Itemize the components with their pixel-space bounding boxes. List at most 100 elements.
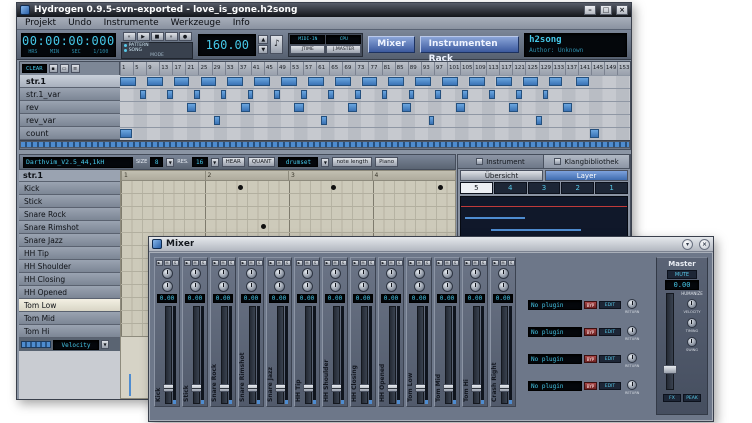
song-pattern-cell[interactable] — [241, 103, 250, 112]
song-pattern-cell[interactable] — [227, 77, 243, 86]
song-pattern-cell[interactable] — [120, 77, 136, 86]
menu-item[interactable]: Werkzeuge — [171, 18, 221, 28]
strip-mute-button[interactable]: M — [388, 260, 395, 266]
pattern-row[interactable]: count — [20, 127, 120, 140]
stop-button[interactable]: ■ — [151, 32, 164, 41]
strip-solo-button[interactable]: S — [424, 260, 431, 266]
menu-item[interactable]: Projekt — [25, 18, 56, 28]
fx-send-knob[interactable] — [302, 281, 313, 292]
strip-play-button[interactable]: ▶ — [492, 260, 499, 266]
song-pattern-cell[interactable] — [382, 90, 388, 99]
fx-send-knob[interactable] — [386, 281, 397, 292]
master-fader-handle[interactable] — [663, 365, 677, 374]
song-pattern-cell[interactable] — [248, 90, 254, 99]
pattern-row[interactable]: str.1_var — [20, 88, 120, 101]
fx-return-knob[interactable] — [627, 380, 637, 390]
rewind-button[interactable]: « — [123, 32, 136, 41]
song-pattern-cell[interactable] — [388, 77, 404, 86]
instrument-row[interactable]: Snare Rimshot — [19, 221, 120, 234]
song-pattern-cell[interactable] — [456, 103, 465, 112]
mixer-toggle-button[interactable]: Mixer — [368, 36, 414, 53]
strip-solo-button[interactable]: S — [340, 260, 347, 266]
instrument-row[interactable]: Snare Jazz — [19, 234, 120, 247]
strip-solo-button[interactable]: S — [172, 260, 179, 266]
song-pattern-cell[interactable] — [435, 90, 441, 99]
instrument-row[interactable]: Tom Low — [19, 299, 120, 312]
fx-bypass-button[interactable]: BYP — [584, 301, 597, 309]
song-pattern-cell[interactable] — [429, 116, 435, 125]
song-pattern-cell[interactable] — [214, 116, 220, 125]
rack-tab[interactable]: Instrument — [458, 155, 544, 169]
fx-edit-button[interactable]: EDIT — [599, 328, 621, 336]
song-pattern-cell[interactable] — [167, 90, 173, 99]
instrument-row[interactable]: Kick — [19, 182, 120, 195]
show-fx-button[interactable]: FX — [663, 394, 681, 402]
pan-knob[interactable] — [498, 268, 509, 279]
fx-send-knob[interactable] — [246, 281, 257, 292]
note-dot[interactable] — [438, 185, 443, 190]
pattern-row[interactable]: str.1 — [20, 75, 120, 88]
strip-play-button[interactable]: ▶ — [324, 260, 331, 266]
fx-send-knob[interactable] — [414, 281, 425, 292]
edit-mode-button[interactable]: ▪ — [49, 64, 58, 73]
master-knob[interactable] — [687, 337, 697, 347]
song-pattern-cell[interactable] — [576, 77, 588, 86]
fx-send-knob[interactable] — [442, 281, 453, 292]
song-pattern-cell[interactable] — [301, 90, 307, 99]
clear-sequence-button[interactable]: CLEAR — [22, 64, 47, 73]
instrument-rack-button[interactable]: Instrumenten Rack — [420, 36, 519, 53]
song-pattern-cell[interactable] — [174, 77, 190, 86]
song-timeline-ruler[interactable]: 1591317212529333741454953576165697377818… — [120, 62, 630, 75]
song-pattern-cell[interactable] — [201, 77, 217, 86]
mixer-titlebar[interactable]: Mixer ▾ × — [149, 237, 713, 252]
song-pattern-cell[interactable] — [402, 103, 411, 112]
strip-play-button[interactable]: ▶ — [240, 260, 247, 266]
strip-play-button[interactable]: ▶ — [464, 260, 471, 266]
pan-knob[interactable] — [274, 268, 285, 279]
strip-mute-button[interactable]: M — [164, 260, 171, 266]
strip-mute-button[interactable]: M — [416, 260, 423, 266]
song-pattern-cell[interactable] — [496, 77, 512, 86]
fx-bypass-button[interactable]: BYP — [584, 382, 597, 390]
song-pattern-cell[interactable] — [415, 77, 431, 86]
play-button[interactable]: ▶ — [137, 32, 150, 41]
song-pattern-cell[interactable] — [274, 90, 280, 99]
instrument-row[interactable]: HH Closing — [19, 273, 120, 286]
instrument-row[interactable]: Tom Hi — [19, 325, 120, 338]
fx-edit-button[interactable]: EDIT — [599, 382, 621, 390]
main-titlebar[interactable]: Hydrogen 0.9.5-svn-exported - love_is_go… — [17, 3, 631, 17]
fx-return-knob[interactable] — [627, 299, 637, 309]
song-pattern-cell[interactable] — [355, 90, 361, 99]
pan-knob[interactable] — [470, 268, 481, 279]
pan-knob[interactable] — [414, 268, 425, 279]
fx-send-knob[interactable] — [330, 281, 341, 292]
pattern-ruler[interactable]: 1234 — [121, 171, 455, 181]
bpm-up-button[interactable]: ▲ — [258, 35, 268, 44]
layer-button[interactable]: 1 — [595, 182, 628, 194]
jack-time-button[interactable]: JTIME — [290, 45, 325, 54]
strip-mute-button[interactable]: M — [444, 260, 451, 266]
instrument-row[interactable]: HH Shoulder — [19, 260, 120, 273]
song-pattern-cell[interactable] — [516, 90, 522, 99]
strip-solo-button[interactable]: S — [284, 260, 291, 266]
metronome-button[interactable]: ♪ — [270, 35, 283, 54]
fx-send-knob[interactable] — [218, 281, 229, 292]
show-peaks-button[interactable]: PEAK — [683, 394, 701, 402]
hear-notes-button[interactable]: HEAR — [222, 157, 245, 167]
song-pattern-cell[interactable] — [328, 90, 334, 99]
strip-play-button[interactable]: ▶ — [212, 260, 219, 266]
property-segment-bar[interactable] — [21, 341, 51, 348]
edit-mode-button[interactable]: ▭ — [60, 64, 69, 73]
master-fader-track[interactable] — [666, 293, 674, 390]
strip-solo-button[interactable]: S — [368, 260, 375, 266]
strip-play-button[interactable]: ▶ — [268, 260, 275, 266]
res-dropdown-icon[interactable]: ▼ — [211, 158, 219, 167]
strip-play-button[interactable]: ▶ — [352, 260, 359, 266]
song-pattern-cell[interactable] — [187, 103, 196, 112]
forward-button[interactable]: » — [165, 32, 178, 41]
record-button[interactable]: ● — [179, 32, 192, 41]
song-pattern-cell[interactable] — [281, 77, 297, 86]
layer-button[interactable]: 2 — [561, 182, 594, 194]
fx-bypass-button[interactable]: BYP — [584, 328, 597, 336]
instrument-subtab[interactable]: Layer — [545, 170, 628, 181]
